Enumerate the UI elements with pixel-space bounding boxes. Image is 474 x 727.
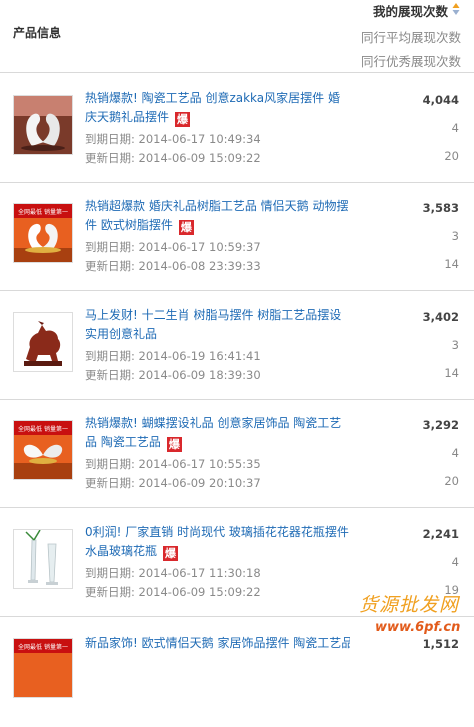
- site-watermark: 货源批发网 www.6pf.cn: [355, 590, 474, 648]
- column-header-peer-average: 同行平均展现次数: [360, 30, 461, 45]
- column-header-product-info: 产品信息: [13, 26, 62, 40]
- peer-average-count: 4: [451, 446, 459, 460]
- column-header-peer-best: 同行优秀展现次数: [360, 54, 461, 69]
- peer-best-count: 20: [444, 474, 459, 488]
- product-title-link[interactable]: 马上发财! 十二生肖 树脂马摆件 树脂工艺品摆设 实用创意礼品: [85, 306, 350, 344]
- table-row: 全网最低 销量第一 热销爆款! 蝴蝶摆设礼品 创意家居饰品 陶瓷工艺品 陶瓷工艺…: [0, 398, 474, 508]
- product-title-link[interactable]: 热销爆款! 蝴蝶摆设礼品 创意家居饰品 陶瓷工艺品 陶瓷工艺品爆: [85, 414, 350, 452]
- expiry-date: 到期日期: 2014-06-19 16:41:41: [85, 349, 261, 363]
- hot-badge: 爆: [166, 437, 182, 452]
- watermark-site-name: 货源批发网: [359, 594, 460, 616]
- ceramic-swans-icon: [14, 96, 72, 154]
- product-thumbnail[interactable]: [13, 529, 73, 589]
- expiry-date: 到期日期: 2014-06-17 11:30:18: [85, 566, 261, 580]
- column-header-my-views[interactable]: 我的展现次数: [373, 1, 448, 20]
- my-views-count: 3,292: [422, 418, 459, 432]
- expiry-date: 到期日期: 2014-06-17 10:55:35: [85, 457, 261, 471]
- product-title-link[interactable]: 新品家饰! 欧式情侣天鹅 家居饰品摆件 陶瓷工艺品: [85, 634, 350, 653]
- hot-badge: 爆: [178, 220, 194, 235]
- product-title-link[interactable]: 热销爆款! 陶瓷工艺品 创意zakka风家居摆件 婚庆天鹅礼品摆件爆: [85, 89, 350, 127]
- resin-swans-icon: 全网最低 销量第一: [14, 204, 72, 262]
- update-date: 更新日期: 2014-06-09 18:39:30: [85, 368, 261, 382]
- table-header: 产品信息 我的展现次数 同行平均展现次数 同行优秀展现次数: [0, 0, 474, 73]
- peer-average-count: 4: [451, 555, 459, 569]
- my-views-count: 2,241: [422, 527, 459, 541]
- update-date: 更新日期: 2014-06-09 15:09:22: [85, 585, 261, 599]
- expiry-date: 到期日期: 2014-06-17 10:49:34: [85, 132, 261, 146]
- my-views-count: 4,044: [422, 93, 459, 107]
- svg-text:全网最低 销量第一: 全网最低 销量第一: [18, 208, 68, 216]
- product-thumbnail[interactable]: [13, 95, 73, 155]
- expiry-date: 到期日期: 2014-06-17 10:59:37: [85, 240, 261, 254]
- update-date: 更新日期: 2014-06-08 23:39:33: [85, 259, 261, 273]
- hot-badge: 爆: [163, 546, 179, 561]
- peer-average-count: 3: [451, 338, 459, 352]
- my-views-count: 3,583: [422, 201, 459, 215]
- peer-best-count: 14: [444, 257, 459, 271]
- product-thumbnail[interactable]: [13, 312, 73, 372]
- hot-badge: 爆: [175, 112, 191, 127]
- peer-best-count: 14: [444, 366, 459, 380]
- product-title-link[interactable]: 0利润! 厂家直销 时尚现代 玻璃插花花器花瓶摆件 水晶玻璃花瓶爆: [85, 523, 350, 561]
- peer-average-count: 4: [451, 121, 459, 135]
- svg-text:全网最低 销量第一: 全网最低 销量第一: [18, 425, 68, 433]
- update-date: 更新日期: 2014-06-09 20:10:37: [85, 476, 261, 490]
- table-row: 全网最低 销量第一 热销超爆款 婚庆礼品树脂工艺品 情侣天鹅 动物摆件 欧式树脂…: [0, 181, 474, 291]
- product-title-link[interactable]: 热销超爆款 婚庆礼品树脂工艺品 情侣天鹅 动物摆件 欧式树脂摆件爆: [85, 197, 350, 235]
- sort-arrows-icon[interactable]: [452, 2, 460, 16]
- product-thumbnail[interactable]: 全网最低 销量第一: [13, 420, 73, 480]
- watermark-url: www.6pf.cn: [375, 620, 461, 635]
- glass-vase-icon: [14, 530, 72, 588]
- peer-average-count: 3: [451, 229, 459, 243]
- my-views-count: 3,402: [422, 310, 459, 324]
- product-thumbnail[interactable]: 全网最低 销量第一: [13, 203, 73, 263]
- svg-text:全网最低 销量第一: 全网最低 销量第一: [18, 643, 68, 651]
- product-thumbnail[interactable]: 全网最低 销量第一: [13, 638, 73, 698]
- peer-best-count: 20: [444, 149, 459, 163]
- update-date: 更新日期: 2014-06-09 15:09:22: [85, 151, 261, 165]
- table-row: 马上发财! 十二生肖 树脂马摆件 树脂工艺品摆设 实用创意礼品 到期日期: 20…: [0, 290, 474, 400]
- table-row: 热销爆款! 陶瓷工艺品 创意zakka风家居摆件 婚庆天鹅礼品摆件爆 到期日期:…: [0, 73, 474, 183]
- resin-horse-icon: [14, 313, 72, 371]
- butterfly-ornament-icon: 全网最低 销量第一: [14, 421, 72, 479]
